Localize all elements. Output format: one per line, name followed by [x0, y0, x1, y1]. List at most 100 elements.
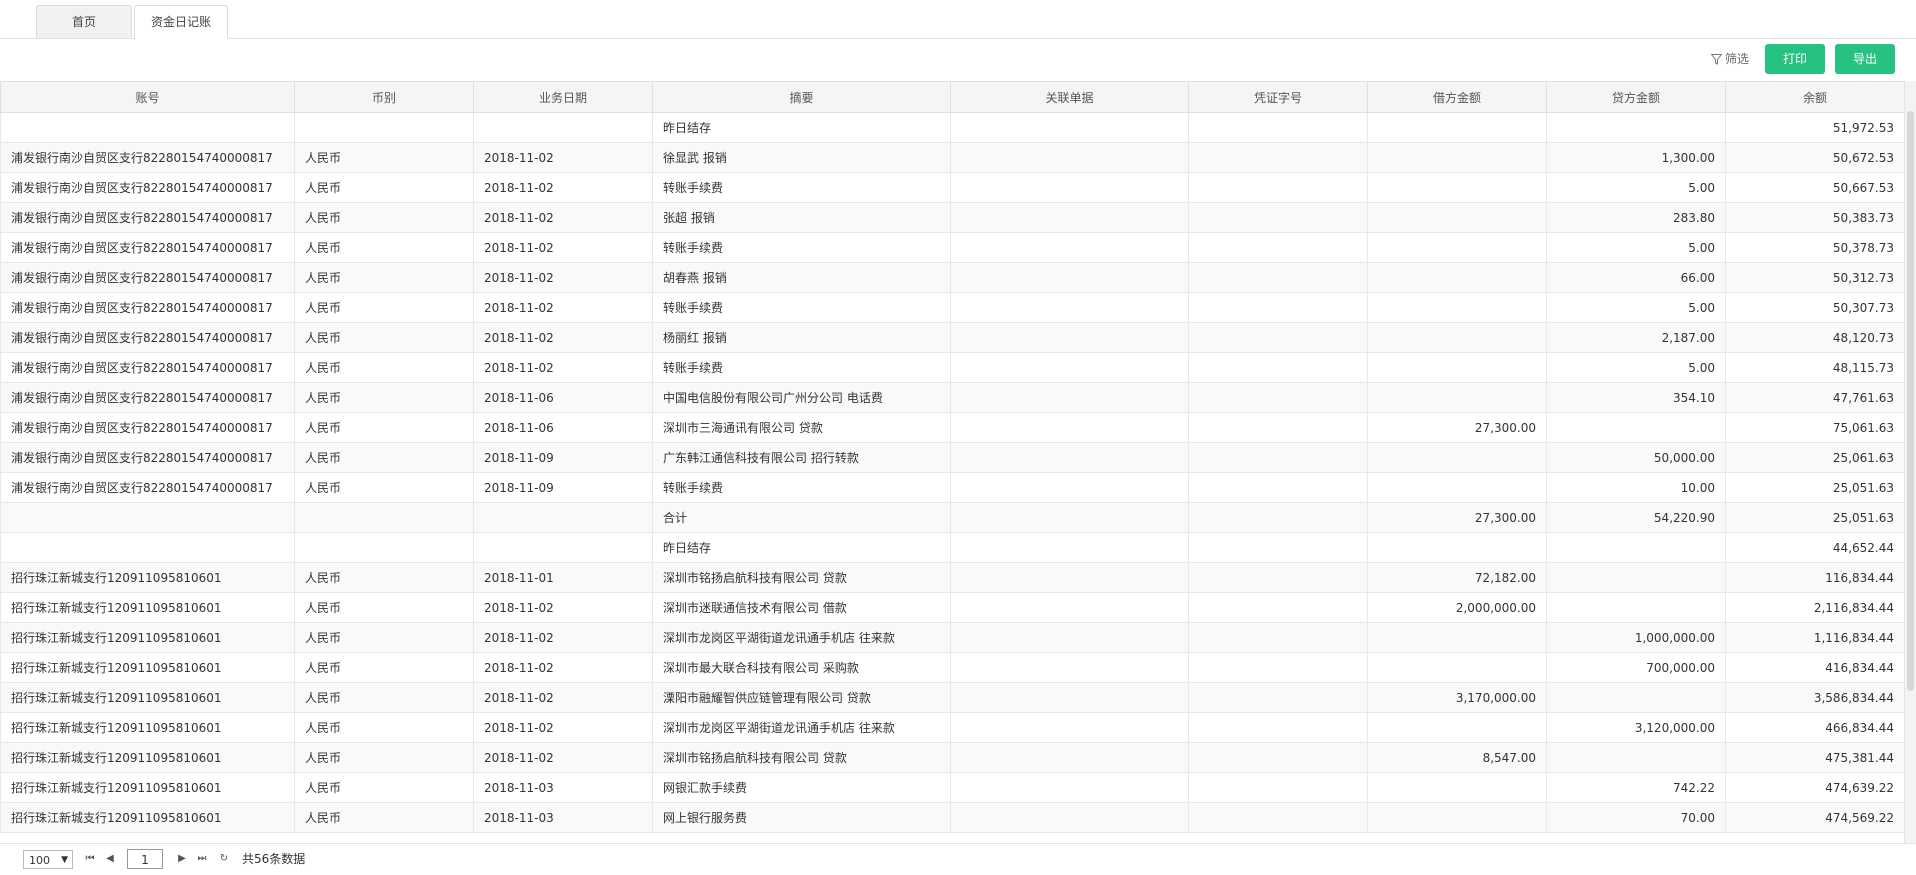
chevron-down-icon: ▼ — [61, 855, 68, 865]
filter-button[interactable]: 筛选 — [1710, 49, 1750, 69]
table-cell — [950, 472, 1189, 503]
table-cell: 50,307.73 — [1725, 292, 1904, 323]
table-cell: 浦发银行南沙自贸区支行82280154740000817 — [0, 292, 295, 323]
table-cell: 浦发银行南沙自贸区支行82280154740000817 — [0, 352, 295, 383]
table-cell: 浦发银行南沙自贸区支行82280154740000817 — [0, 322, 295, 353]
table-row[interactable]: 招行珠江新城支行120911095810601 人民币 2018-11-02 深圳市铭… — [0, 742, 1904, 773]
table-cell: 招行珠江新城支行120911095810601 — [0, 682, 295, 713]
column-header[interactable]: 关联单据 — [950, 81, 1189, 113]
table-cell: 人民币 — [294, 232, 474, 263]
table-cell — [950, 292, 1189, 323]
refresh-icon[interactable]: ↻ — [218, 852, 230, 866]
vertical-scrollbar[interactable] — [1904, 81, 1916, 843]
first-page-icon[interactable]: ⏮ — [84, 852, 96, 866]
table-row[interactable]: 浦发银行南沙自贸区支行82280154740000817 人民币 2018-11-0… — [0, 232, 1904, 263]
table-cell: 人民币 — [294, 772, 474, 803]
table-cell: 人民币 — [294, 802, 474, 833]
table-cell: 5.00 — [1546, 172, 1726, 203]
table-cell: 招行珠江新城支行120911095810601 — [0, 742, 295, 773]
table-cell — [1546, 112, 1726, 143]
export-button[interactable]: 导出 — [1835, 44, 1895, 74]
table-row[interactable]: 招行珠江新城支行120911095810601 人民币 2018-11-02 溧阳市融… — [0, 682, 1904, 713]
table-header: 账号 币别 业务日期 摘要 关联单据 凭证字号 借方金额 贷方金额 余额 — [0, 81, 1904, 113]
column-header[interactable]: 业务日期 — [473, 81, 653, 113]
table-cell: 2,000,000.00 — [1367, 592, 1547, 623]
table-cell — [294, 112, 474, 143]
page-number-input[interactable]: 1 — [127, 849, 163, 869]
print-button[interactable]: 打印 — [1765, 44, 1825, 74]
column-header[interactable]: 借方金额 — [1367, 81, 1547, 113]
table-row[interactable]: 浦发银行南沙自贸区支行82280154740000817 人民币 2018-11-0… — [0, 382, 1904, 413]
table-row[interactable]: 浦发银行南沙自贸区支行82280154740000817 人民币 2018-11-0… — [0, 472, 1904, 503]
table-row[interactable]: 浦发银行南沙自贸区支行82280154740000817 人民币 2018-11-0… — [0, 292, 1904, 323]
table-cell — [950, 172, 1189, 203]
table-row[interactable]: 浦发银行南沙自贸区支行82280154740000817 人民币 2018-11-0… — [0, 322, 1904, 353]
table-cell: 2018-11-09 — [473, 472, 653, 503]
page-size-select[interactable]: 100 ▼ — [23, 850, 73, 869]
table-row[interactable]: 浦发银行南沙自贸区支行82280154740000817 人民币 2018-11-0… — [0, 352, 1904, 383]
table-cell: 2018-11-02 — [473, 682, 653, 713]
table-cell — [1188, 502, 1368, 533]
filter-label: 筛选 — [1725, 52, 1750, 66]
table-row[interactable]: 浦发银行南沙自贸区支行82280154740000817 人民币 2018-11-0… — [0, 262, 1904, 293]
table-row[interactable]: 浦发银行南沙自贸区支行82280154740000817 人民币 2018-11-0… — [0, 202, 1904, 233]
next-page-icon[interactable]: ▶ — [176, 852, 188, 866]
table-cell — [473, 112, 653, 143]
table-cell — [950, 142, 1189, 173]
table-cell: 700,000.00 — [1546, 652, 1726, 683]
column-header[interactable]: 币别 — [294, 81, 474, 113]
table-cell: 网银汇款手续费 — [652, 772, 951, 803]
total-count: 共56条数据 — [242, 852, 306, 866]
table-cell: 转账手续费 — [652, 172, 951, 203]
last-page-icon[interactable]: ⏭ — [196, 852, 208, 866]
table-row[interactable]: 招行珠江新城支行120911095810601 人民币 2018-11-02 深圳市龙… — [0, 712, 1904, 743]
table-row[interactable]: 浦发银行南沙自贸区支行82280154740000817 人民币 2018-11-0… — [0, 142, 1904, 173]
table-cell: 75,061.63 — [1725, 412, 1904, 443]
table-cell — [950, 442, 1189, 473]
table-cell — [1546, 562, 1726, 593]
table-cell: 杨丽红 报销 — [652, 322, 951, 353]
table-row[interactable]: 招行珠江新城支行120911095810601 人民币 2018-11-01 深圳市铭… — [0, 562, 1904, 593]
table-cell: 人民币 — [294, 472, 474, 503]
tab-cash-journal[interactable]: 资金日记账 — [134, 5, 228, 39]
table-cell — [294, 502, 474, 533]
tab-home[interactable]: 首页 — [36, 5, 132, 38]
table-cell — [1367, 802, 1547, 833]
scrollbar-thumb[interactable] — [1907, 111, 1914, 691]
table-cell: 27,300.00 — [1367, 502, 1547, 533]
column-header[interactable]: 摘要 — [652, 81, 951, 113]
table-cell: 转账手续费 — [652, 472, 951, 503]
table-cell: 475,381.44 — [1725, 742, 1904, 773]
table-row[interactable]: 招行珠江新城支行120911095810601 人民币 2018-11-02 深圳市最… — [0, 652, 1904, 683]
table-row[interactable]: 浦发银行南沙自贸区支行82280154740000817 人民币 2018-11-0… — [0, 172, 1904, 203]
table-row[interactable]: 合计 27,300.00 54,220.90 25,051.63 — [0, 502, 1904, 533]
table-row[interactable]: 招行珠江新城支行120911095810601 人民币 2018-11-03 网上银行… — [0, 802, 1904, 833]
table-cell — [1546, 412, 1726, 443]
table-cell: 2018-11-09 — [473, 442, 653, 473]
table-cell: 3,586,834.44 — [1725, 682, 1904, 713]
table-cell: 2018-11-02 — [473, 292, 653, 323]
table-row[interactable]: 招行珠江新城支行120911095810601 人民币 2018-11-02 深圳市龙… — [0, 622, 1904, 653]
table-cell: 50,312.73 — [1725, 262, 1904, 293]
table-cell: 浦发银行南沙自贸区支行82280154740000817 — [0, 232, 295, 263]
column-header[interactable]: 余额 — [1725, 81, 1904, 113]
table-cell — [1367, 382, 1547, 413]
table-cell — [1188, 472, 1368, 503]
table-cell — [1188, 802, 1368, 833]
table-cell: 2018-11-02 — [473, 352, 653, 383]
column-header[interactable]: 账号 — [0, 81, 295, 113]
table-cell: 50,672.53 — [1725, 142, 1904, 173]
table-cell: 人民币 — [294, 622, 474, 653]
table-row[interactable]: 浦发银行南沙自贸区支行82280154740000817 人民币 2018-11-0… — [0, 412, 1904, 443]
table-row[interactable]: 昨日结存 44,652.44 — [0, 532, 1904, 563]
table-cell — [950, 772, 1189, 803]
prev-page-icon[interactable]: ◀ — [104, 852, 116, 866]
table-cell — [1188, 712, 1368, 743]
column-header[interactable]: 贷方金额 — [1546, 81, 1726, 113]
table-row[interactable]: 招行珠江新城支行120911095810601 人民币 2018-11-02 深圳市迷… — [0, 592, 1904, 623]
table-row[interactable]: 昨日结存 51,972.53 — [0, 112, 1904, 143]
column-header[interactable]: 凭证字号 — [1188, 81, 1368, 113]
table-row[interactable]: 招行珠江新城支行120911095810601 人民币 2018-11-03 网银汇款… — [0, 772, 1904, 803]
table-row[interactable]: 浦发银行南沙自贸区支行82280154740000817 人民币 2018-11-0… — [0, 442, 1904, 473]
table-cell: 浦发银行南沙自贸区支行82280154740000817 — [0, 442, 295, 473]
